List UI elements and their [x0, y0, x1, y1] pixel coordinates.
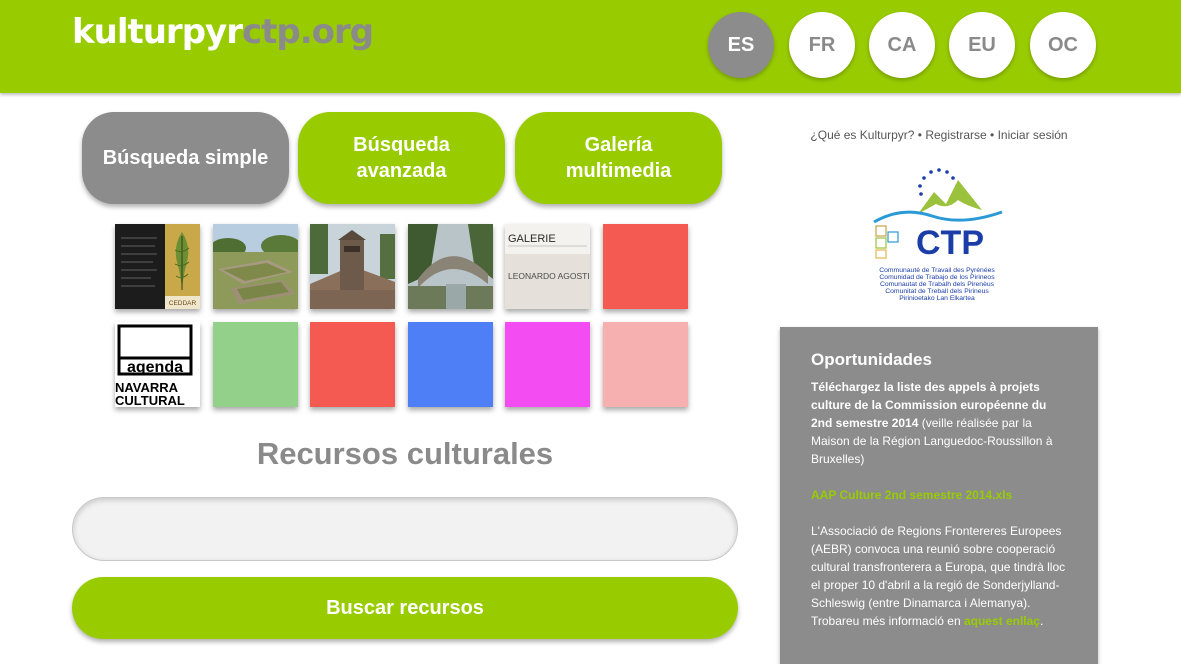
opportunity-2-end: . — [1039, 614, 1044, 628]
link-registrarse[interactable]: Registrarse — [925, 128, 986, 142]
tab-busqueda-avanzada[interactable]: Búsqueda avanzada — [298, 112, 505, 204]
opportunities-title: Oportunidades — [811, 350, 932, 369]
bridge-photo — [408, 224, 493, 309]
ctp-line-5: Pirinioetako Lan Elkartea — [899, 295, 975, 302]
thumb-color-green[interactable] — [213, 322, 298, 407]
thumb-ruins[interactable] — [213, 224, 298, 309]
section-title: Recursos culturales — [256, 436, 554, 471]
site-logo[interactable]: kulturpyrctp.org — [72, 12, 374, 52]
lang-ca-button[interactable]: CA — [869, 12, 935, 78]
tower-photo — [310, 224, 395, 309]
galerie-image: GALERIE LEONARDO AGOSTI — [505, 224, 590, 309]
thumb-galerie-leonardo[interactable]: GALERIE LEONARDO AGOSTI — [505, 224, 590, 309]
galerie-label: GALERIE — [508, 233, 556, 245]
aquest-enllac-link[interactable]: aquest enllaç — [964, 614, 1040, 628]
thumb-ceddar-book[interactable]: CEDDAR — [115, 224, 200, 309]
agenda-word: agenda — [127, 359, 183, 376]
thumb-ceddar-label: CEDDAR — [169, 300, 197, 307]
lang-fr-button[interactable]: FR — [789, 12, 855, 78]
tab-busqueda-simple[interactable]: Búsqueda simple — [82, 112, 289, 204]
lang-eu-button[interactable]: EU — [949, 12, 1015, 78]
ctp-line-2: Comunidad de Trabajo de los Pirineos — [879, 274, 995, 281]
aap-culture-file-link[interactable]: AAP Culture 2nd semestre 2014.xls — [811, 488, 1012, 502]
cultural-word: CULTURAL — [115, 393, 185, 407]
tab-galeria-multimedia[interactable]: Galería multimedia — [515, 112, 722, 204]
link-que-es[interactable]: ¿Qué es Kulturpyr? — [810, 128, 914, 142]
thumb-color-red-2[interactable] — [310, 322, 395, 407]
book-cover-image: CEDDAR — [115, 224, 200, 309]
logo-part-kulturpyr: kulturpyr — [72, 12, 243, 52]
top-bar: kulturpyrctp.org ES FR CA EU OC — [0, 0, 1181, 93]
leonardo-label: LEONARDO AGOSTI — [508, 271, 590, 281]
ctp-line-3: Comunautat de Trabalh dels Pirenèus — [880, 281, 995, 288]
agenda-navarra-logo: agenda NAVARRA CULTURAL — [115, 322, 200, 407]
ctp-line-1: Communauté de Travail des Pyrénées — [879, 267, 995, 274]
lang-oc-button[interactable]: OC — [1030, 12, 1096, 78]
ctp-wordmark: CTP — [916, 224, 984, 262]
thumb-tower[interactable] — [310, 224, 395, 309]
thumb-color-pink[interactable] — [603, 322, 688, 407]
thumb-color-red[interactable] — [603, 224, 688, 309]
link-separator: • — [986, 128, 998, 142]
logo-part-ctp: ctp.org — [241, 12, 374, 52]
ctp-logo[interactable]: CTP Communauté de Travail des Pyrénées C… — [862, 166, 1012, 314]
opportunity-2: L'Associació de Regions Frontereres Euro… — [811, 522, 1068, 630]
lang-es-button[interactable]: ES — [708, 12, 774, 78]
thumb-color-magenta[interactable] — [505, 322, 590, 407]
search-input[interactable] — [72, 497, 738, 561]
ruins-photo — [213, 224, 298, 309]
opportunity-1: Téléchargez la liste des appels à projet… — [811, 378, 1068, 468]
link-iniciar-sesion[interactable]: Iniciar sesión — [998, 128, 1068, 142]
thumb-bridge[interactable] — [408, 224, 493, 309]
link-separator: • — [914, 128, 926, 142]
thumb-color-blue[interactable] — [408, 322, 493, 407]
thumb-agenda-navarra[interactable]: agenda NAVARRA CULTURAL — [115, 322, 200, 407]
ctp-line-4: Comunitat de Treball dels Pirineus — [885, 288, 989, 295]
opportunities-panel: Oportunidades Téléchargez la liste des a… — [780, 327, 1098, 664]
opportunity-2-text: L'Associació de Regions Frontereres Euro… — [811, 524, 1066, 628]
account-links: ¿Qué es Kulturpyr? • Registrarse • Inici… — [780, 128, 1098, 142]
opportunity-file-line: AAP Culture 2nd semestre 2014.xls — [811, 486, 1068, 504]
search-button[interactable]: Buscar recursos — [72, 577, 738, 639]
